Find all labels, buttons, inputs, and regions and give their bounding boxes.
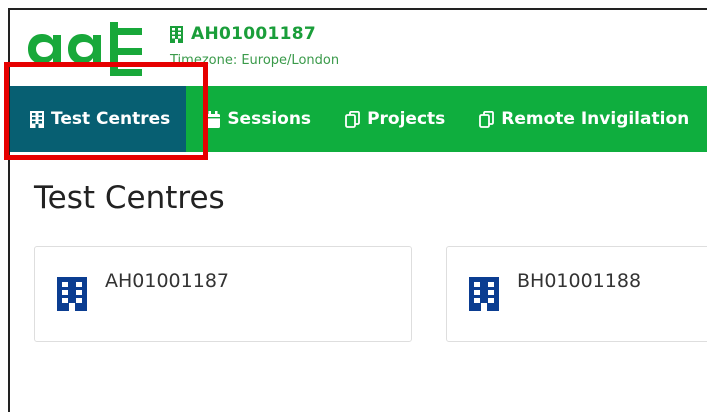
nav-item-projects[interactable]: Projects (329, 86, 463, 152)
nav-item-test-centres[interactable]: Test Centres (10, 86, 187, 152)
nav-item-sessions[interactable]: Sessions (190, 86, 329, 152)
test-centre-card[interactable]: BH01001188 (446, 246, 707, 342)
test-centre-code: AH01001187 (105, 270, 229, 292)
centre-code-text: AH01001187 (191, 24, 317, 44)
building-icon (30, 110, 44, 128)
main-nav: Test Centres Sessions Projects Remote In… (10, 86, 707, 152)
calendar-icon (206, 110, 221, 128)
app-window: AH01001187 Timezone: Europe/London Test … (8, 8, 707, 412)
nav-item-label: Test Centres (51, 109, 171, 129)
building-icon (469, 277, 499, 311)
centre-code-heading: AH01001187 (170, 24, 316, 44)
copy-icon (479, 110, 495, 128)
test-centre-card[interactable]: AH01001187 (34, 246, 412, 342)
timezone-label: Timezone: Europe/London (170, 53, 340, 68)
test-centre-code: BH01001188 (517, 270, 642, 292)
page-title: Test Centres (34, 180, 225, 216)
nav-item-label: Remote Invigilation (501, 109, 690, 129)
building-icon (170, 25, 183, 43)
building-icon (57, 277, 87, 311)
nav-item-label: Projects (367, 109, 446, 129)
aat-logo[interactable] (26, 16, 146, 80)
nav-item-remote-invigilation[interactable]: Remote Invigilation (463, 86, 707, 152)
nav-item-label: Sessions (227, 109, 312, 129)
copy-icon (345, 110, 360, 128)
header: AH01001187 Timezone: Europe/London (10, 10, 707, 86)
